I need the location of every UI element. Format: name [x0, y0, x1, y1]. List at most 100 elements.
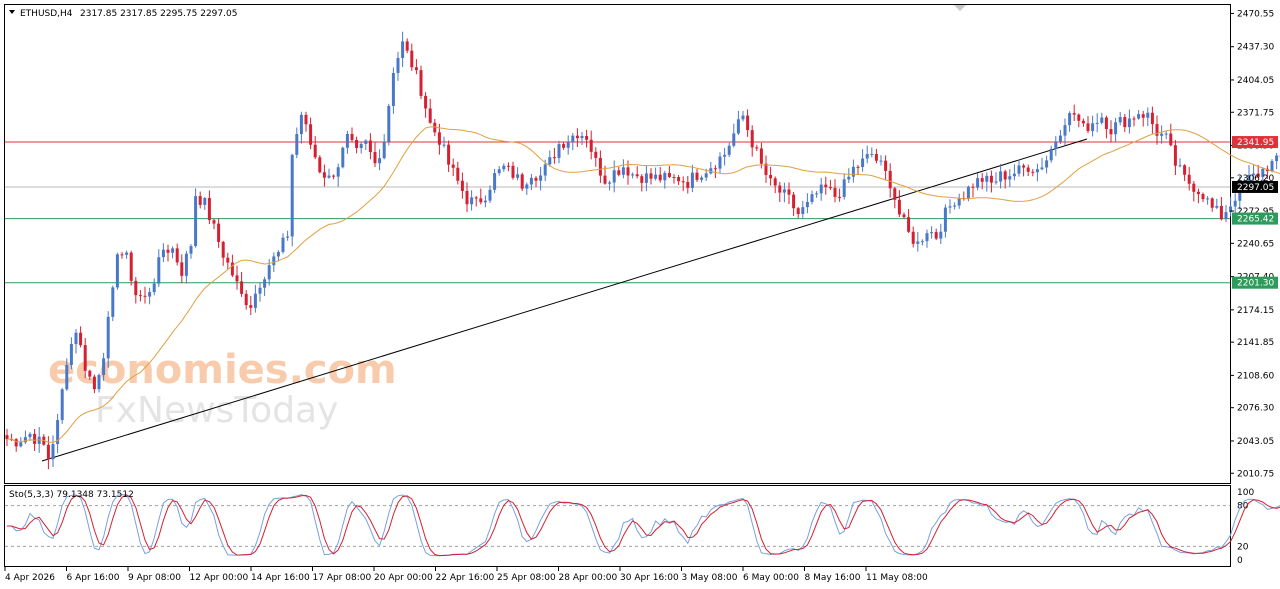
candle-body: [359, 143, 363, 149]
candle-body: [115, 254, 119, 288]
candle-body: [240, 281, 244, 294]
candle-body: [83, 345, 87, 371]
candle-body: [295, 134, 299, 155]
price-tick-label: 2437.30: [1237, 43, 1274, 53]
candle-body: [723, 154, 727, 157]
candle-body: [1077, 114, 1081, 121]
time-tick-label: 28 Apr 00:00: [559, 573, 618, 583]
candle-body: [148, 292, 152, 297]
candle-body: [1141, 114, 1145, 118]
candle-body: [502, 165, 506, 170]
candle-body: [1026, 167, 1030, 172]
candle-body: [1040, 167, 1044, 170]
candle-body: [364, 140, 368, 144]
candle-body: [897, 199, 901, 215]
candle-body: [654, 174, 658, 179]
candle-body: [51, 444, 55, 460]
candle-body: [1054, 141, 1058, 149]
candle-body: [134, 280, 138, 296]
candle-body: [1091, 123, 1095, 132]
candle-body: [635, 174, 639, 177]
candle-body: [456, 167, 460, 181]
candle-body: [911, 231, 915, 244]
candle-body: [686, 181, 690, 188]
candle-body: [198, 196, 202, 205]
candle-body: [626, 167, 630, 176]
candle-body: [870, 153, 874, 155]
candle-body: [19, 442, 23, 447]
watermark-fxnewstoday: FxNewsToday: [95, 390, 338, 431]
chart-background: [0, 0, 1280, 589]
candle-body: [28, 433, 32, 438]
candle-body: [5, 435, 9, 440]
candle-body: [1017, 165, 1021, 174]
candle-body: [1160, 133, 1164, 136]
stochastic-tick-label: 100: [1237, 488, 1254, 498]
candle-body: [980, 178, 984, 182]
candle-body: [299, 114, 303, 135]
candle-body: [424, 95, 428, 109]
stochastic-tick-label: 0: [1237, 556, 1243, 566]
candle-body: [516, 174, 520, 178]
time-tick-label: 20 Apr 00:00: [374, 573, 433, 583]
candle-body: [290, 154, 294, 237]
candle-body: [539, 175, 543, 181]
candle-body: [953, 205, 957, 207]
candle-body: [562, 144, 566, 148]
candle-body: [506, 165, 510, 167]
candle-body: [948, 206, 952, 208]
candle-body: [382, 141, 386, 159]
candle-body: [966, 186, 970, 199]
candle-body: [65, 364, 69, 390]
time-tick-label: 14 Apr 16:00: [251, 573, 310, 583]
candle-body: [74, 332, 78, 345]
candle-body: [1215, 205, 1219, 208]
candle-body: [755, 147, 759, 149]
price-tick-label: 2076.30: [1237, 404, 1274, 414]
time-tick-label: 6 May 00:00: [743, 573, 799, 583]
candle-body: [143, 295, 147, 297]
candle-body: [1095, 122, 1099, 124]
candle-body: [1081, 120, 1085, 124]
candle-body: [644, 173, 648, 183]
candle-body: [207, 198, 211, 221]
time-tick-label: 17 Apr 08:00: [313, 573, 372, 583]
price-tick-label: 2108.60: [1237, 371, 1274, 381]
candle-body: [985, 175, 989, 182]
price-tick-label: 2010.75: [1237, 469, 1274, 479]
candle-body: [387, 105, 391, 142]
time-tick-label: 6 Apr 16:00: [67, 573, 120, 583]
candle-body: [525, 184, 529, 189]
current-price-label: 2297.05: [1237, 183, 1274, 193]
candle-body: [976, 178, 980, 188]
candle-body: [125, 252, 129, 255]
time-tick-label: 25 Apr 08:00: [497, 573, 556, 583]
time-tick-label: 3 May 08:00: [682, 573, 738, 583]
candle-body: [999, 171, 1003, 182]
candle-body: [778, 185, 782, 193]
candle-body: [649, 173, 653, 179]
candle-body: [1224, 212, 1228, 220]
candle-body: [796, 208, 800, 215]
candle-body: [263, 279, 267, 288]
candle-body: [529, 177, 533, 185]
candle-body: [253, 293, 257, 308]
candle-body: [79, 332, 83, 346]
price-tick-label: 2240.65: [1237, 239, 1274, 249]
candle-body: [102, 358, 106, 376]
price-tick-label: 2470.55: [1237, 9, 1274, 19]
price-chart[interactable]: economies.com FxNewsToday 2470.552437.30…: [0, 0, 1280, 589]
candle-body: [842, 179, 846, 197]
candle-body: [373, 152, 377, 164]
candle-body: [1146, 112, 1150, 118]
candle-body: [700, 177, 704, 180]
candle-body: [336, 167, 340, 177]
candle-body: [428, 108, 432, 123]
candle-body: [1086, 123, 1090, 132]
candle-body: [226, 257, 230, 263]
candle-body: [97, 375, 101, 390]
candle-body: [815, 193, 819, 195]
candle-body: [511, 165, 515, 178]
candle-body: [1132, 118, 1136, 120]
candle-body: [120, 254, 124, 256]
